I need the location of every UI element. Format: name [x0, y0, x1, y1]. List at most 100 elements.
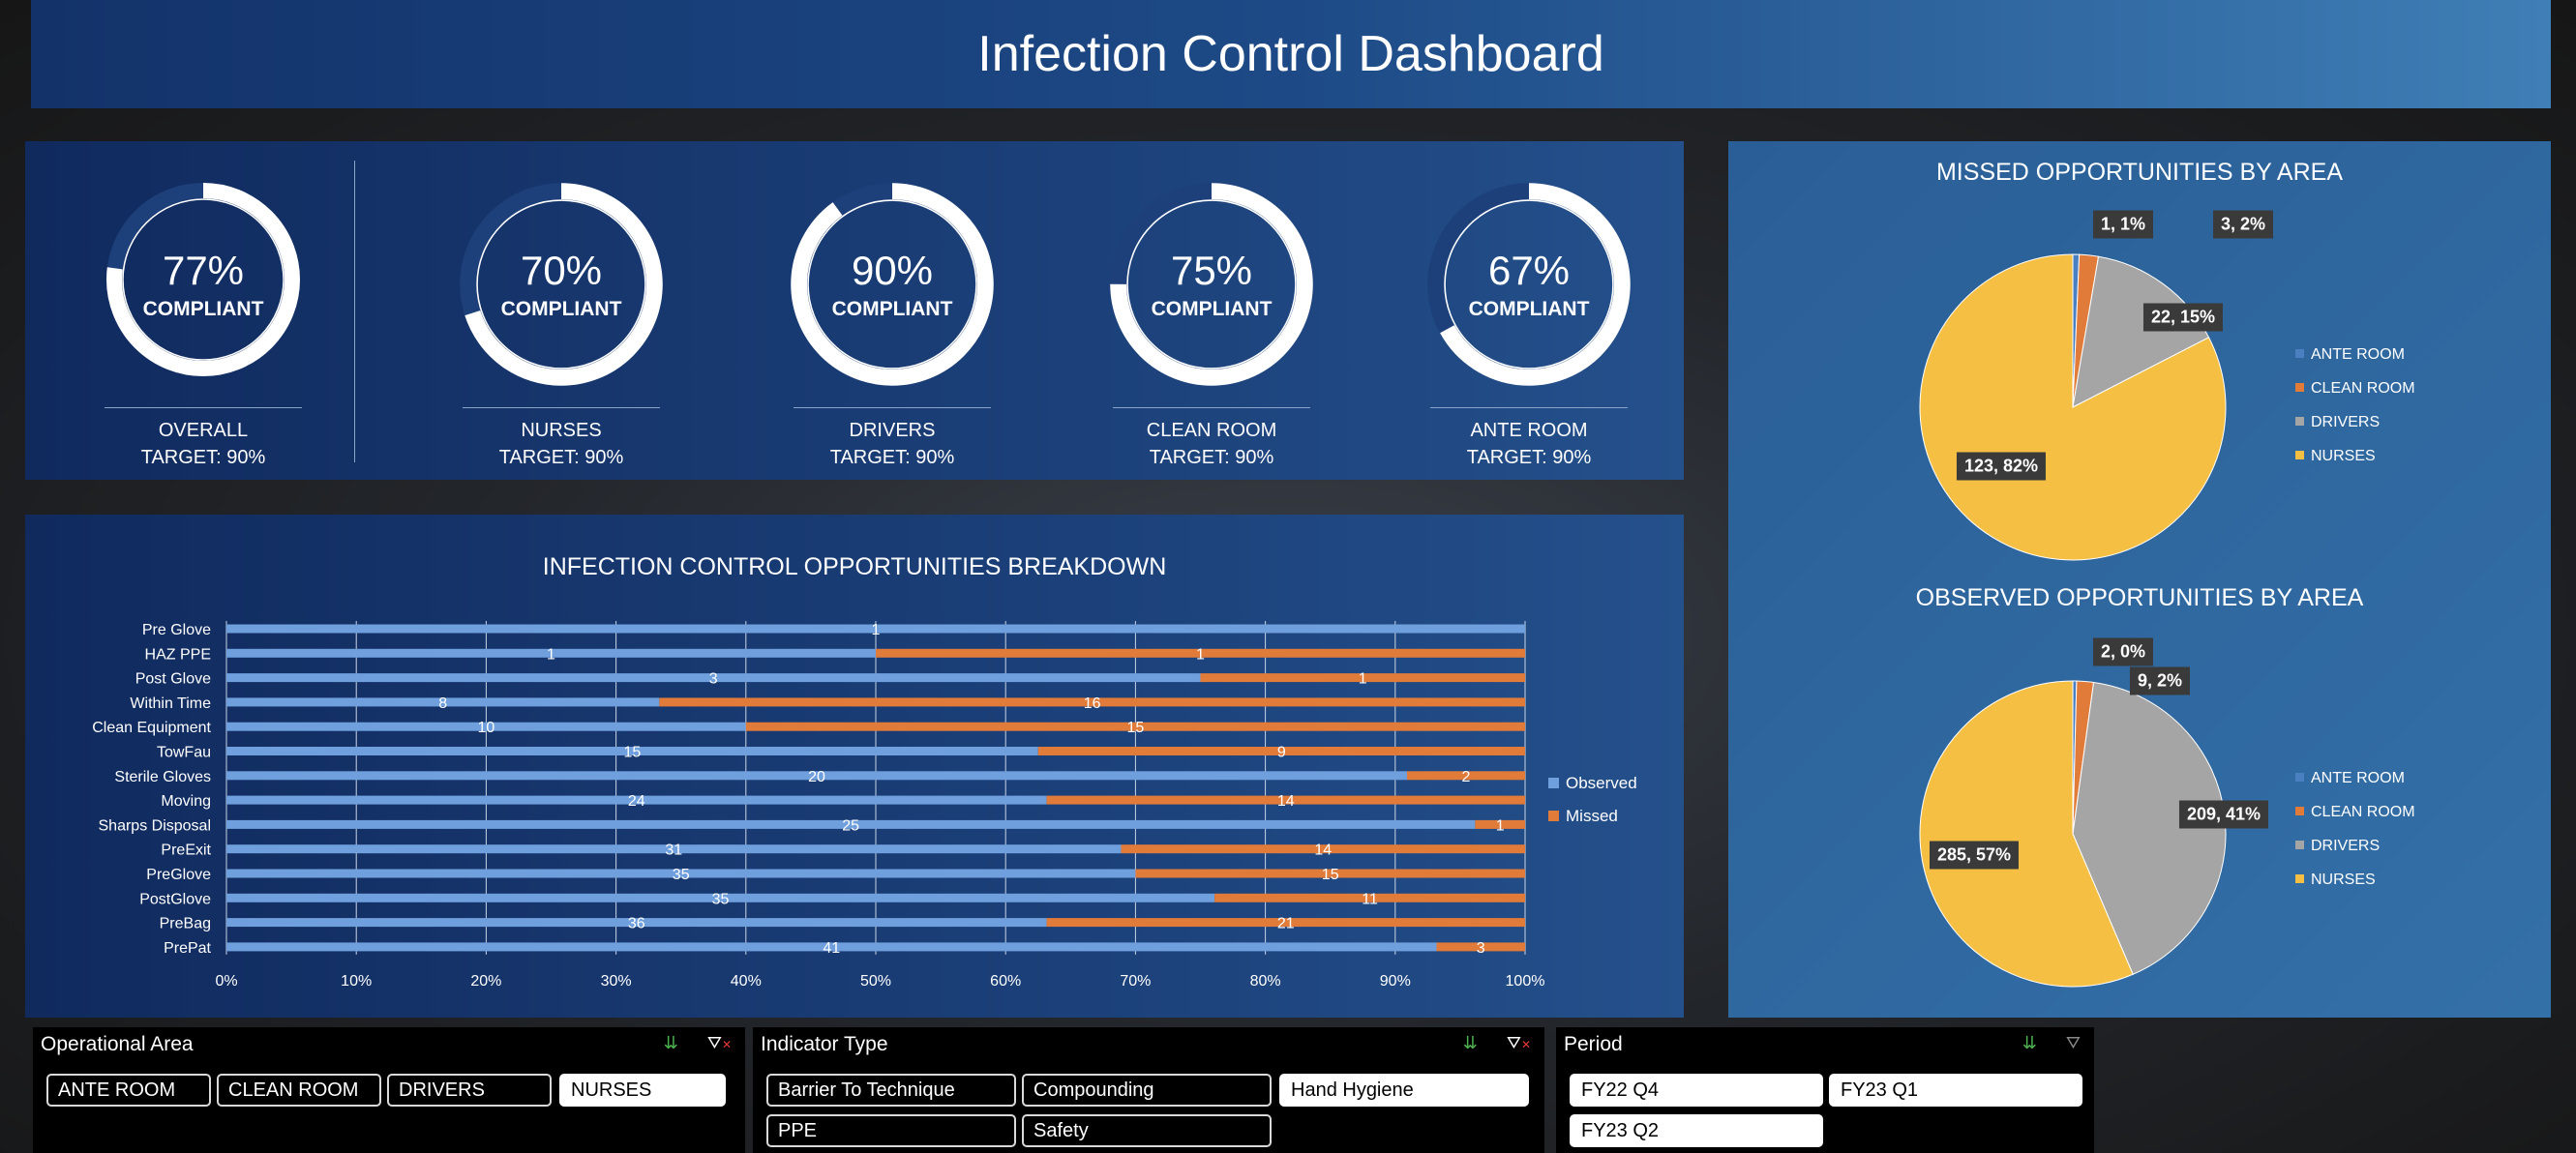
slicer-item[interactable]: CLEAN ROOM	[217, 1074, 381, 1107]
legend-swatch	[2295, 417, 2304, 426]
observed-data-label: 3	[709, 671, 718, 688]
breakdown-chart: 0% 10% 20% 30% 40% 50% 60% 70% 80% 90% 100% Pre Glo…	[92, 621, 1637, 990]
observed-data-label: 8	[438, 695, 447, 712]
missed-data-label: 9	[1277, 745, 1286, 761]
pie-data-label: 22, 15%	[2142, 303, 2224, 332]
kpi-percent: 67%	[1487, 248, 1571, 293]
legend-label: DRIVERS	[2311, 414, 2380, 430]
slicer-item[interactable]: FY22 Q4	[1570, 1074, 1823, 1107]
missed-data-label: 15	[1322, 867, 1339, 883]
kpi-name: NURSES	[521, 420, 602, 441]
multi-select-icon[interactable]: ⇊	[2022, 1033, 2037, 1053]
slicer-item[interactable]: Hand Hygiene	[1279, 1074, 1529, 1107]
missed-data-label: 15	[1127, 720, 1145, 736]
kpi-rule	[463, 407, 660, 408]
kpi-overall: 77% COMPLIANT OVERALL TARGET: 90%	[77, 141, 329, 480]
category-label: Sterile Gloves	[114, 769, 211, 785]
x-tick-label: 60%	[990, 973, 1021, 990]
legend-label: DRIVERS	[2311, 838, 2380, 854]
slicer-item[interactable]: Safety	[1022, 1114, 1272, 1147]
kpi-name: CLEAN ROOM	[1146, 420, 1277, 441]
kpi-name: OVERALL	[158, 420, 249, 441]
kpi-name: DRIVERS	[849, 420, 936, 441]
kpi-percent: 77%	[162, 248, 245, 293]
x-tick-label: 80%	[1250, 973, 1281, 990]
pie-data-label: 3, 2%	[2212, 210, 2274, 239]
title-bar: Infection Control Dashboard	[31, 0, 2551, 108]
slicer-title: Period	[1564, 1033, 1623, 1055]
kpi-clean-room: 75% COMPLIANT CLEAN ROOM TARGET: 90%	[1086, 141, 1337, 480]
observed-data-label: 10	[478, 720, 495, 736]
x-tick-label: 10%	[341, 973, 372, 990]
category-label: PreBag	[160, 916, 211, 932]
observed-data-label: 35	[673, 867, 690, 883]
slicer-item[interactable]: DRIVERS	[387, 1074, 552, 1107]
legend-label: Missed	[1566, 807, 1618, 825]
clear-filter-icon[interactable]: ⛛	[2066, 1033, 2081, 1053]
slicer-item[interactable]: FY23 Q2	[1570, 1114, 1823, 1147]
kpi-rule	[1430, 407, 1628, 408]
breakdown-panel: INFECTION CONTROL OPPORTUNITIES BREAKDOW…	[25, 515, 1684, 1018]
slicer-item[interactable]: ANTE ROOM	[46, 1074, 211, 1107]
category-label: Moving	[161, 793, 211, 810]
missed-data-label: 11	[1362, 891, 1378, 907]
missed-data-label: 16	[1084, 695, 1101, 712]
category-label: Within Time	[130, 695, 211, 712]
missed-data-label: 1	[1359, 671, 1367, 688]
legend-label: CLEAN ROOM	[2311, 380, 2415, 397]
slicer-period: Period ⇊ ⛛ FY22 Q4 FY23 Q1 FY23 Q2	[1556, 1027, 2094, 1153]
category-label: TowFau	[157, 745, 211, 761]
kpi-rule	[1113, 407, 1310, 408]
x-tick-label: 40%	[731, 973, 762, 990]
multi-select-icon[interactable]: ⇊	[1463, 1033, 1478, 1053]
multi-select-icon[interactable]: ⇊	[664, 1033, 678, 1053]
missed-data-label: 1	[1496, 817, 1505, 834]
slicer-item[interactable]: PPE	[766, 1114, 1016, 1147]
x-tick-label: 30%	[601, 973, 632, 990]
clear-filter-icon[interactable]: ⛛✕	[1507, 1033, 1531, 1053]
kpi-label: COMPLIANT	[500, 298, 622, 320]
legend-swatch	[2295, 874, 2304, 883]
kpi-label: COMPLIANT	[142, 298, 264, 320]
dashboard-title: Infection Control Dashboard	[977, 26, 1604, 82]
pie-data-label: 285, 57%	[1929, 841, 2020, 870]
legend-swatch	[2295, 807, 2304, 815]
pie-data-label: 209, 41%	[2178, 800, 2269, 829]
kpi-drivers: 90% COMPLIANT DRIVERS TARGET: 90%	[766, 141, 1018, 480]
legend-label: ANTE ROOM	[2311, 346, 2405, 363]
slicer-indicator-type: Indicator Type ⇊ ⛛✕ Barrier To Technique…	[753, 1027, 1544, 1153]
missed-data-label: 14	[1314, 843, 1332, 859]
kpi-label: COMPLIANT	[831, 298, 953, 320]
legend-label: NURSES	[2311, 872, 2376, 888]
legend-label: CLEAN ROOM	[2311, 804, 2415, 820]
kpi-target: TARGET: 90%	[1466, 447, 1592, 468]
legend-swatch	[2295, 349, 2304, 358]
pie-data-label: 2, 0%	[2092, 637, 2154, 666]
slicer-item[interactable]: NURSES	[559, 1074, 726, 1107]
x-tick-label: 0%	[215, 973, 237, 990]
legend-swatch	[1548, 778, 1559, 788]
slicer-item[interactable]: Compounding	[1022, 1074, 1272, 1107]
category-label: Clean Equipment	[92, 720, 211, 736]
x-tick-label: 90%	[1380, 973, 1411, 990]
kpi-label: COMPLIANT	[1468, 298, 1590, 320]
kpi-rule	[794, 407, 991, 408]
slicer-item[interactable]: FY23 Q1	[1829, 1074, 2082, 1107]
slicer-operational-area: Operational Area ⇊ ⛛✕ ANTE ROOM CLEAN RO…	[33, 1027, 745, 1153]
clear-filter-icon[interactable]: ⛛✕	[707, 1033, 732, 1053]
missed-data-label: 21	[1277, 916, 1295, 932]
category-label: PreGlove	[146, 867, 211, 883]
missed-data-label: 1	[1196, 646, 1205, 663]
observed-data-label: 31	[665, 843, 682, 859]
observed-data-label: 41	[823, 940, 840, 957]
legend-swatch	[1548, 811, 1559, 821]
kpi-nurses: 70% COMPLIANT NURSES TARGET: 90%	[435, 141, 687, 480]
slicer-item[interactable]: Barrier To Technique	[766, 1074, 1016, 1107]
legend-swatch	[2295, 451, 2304, 459]
observed-data-label: 15	[623, 745, 641, 761]
pie-charts: ANTE ROOM CLEAN ROOM DRIVERS NURSES ANTE ROO…	[1919, 253, 2415, 988]
legend-swatch	[2295, 841, 2304, 849]
legend-label: NURSES	[2311, 448, 2376, 464]
kpi-percent: 70%	[520, 248, 603, 293]
missed-data-label: 2	[1462, 769, 1471, 785]
